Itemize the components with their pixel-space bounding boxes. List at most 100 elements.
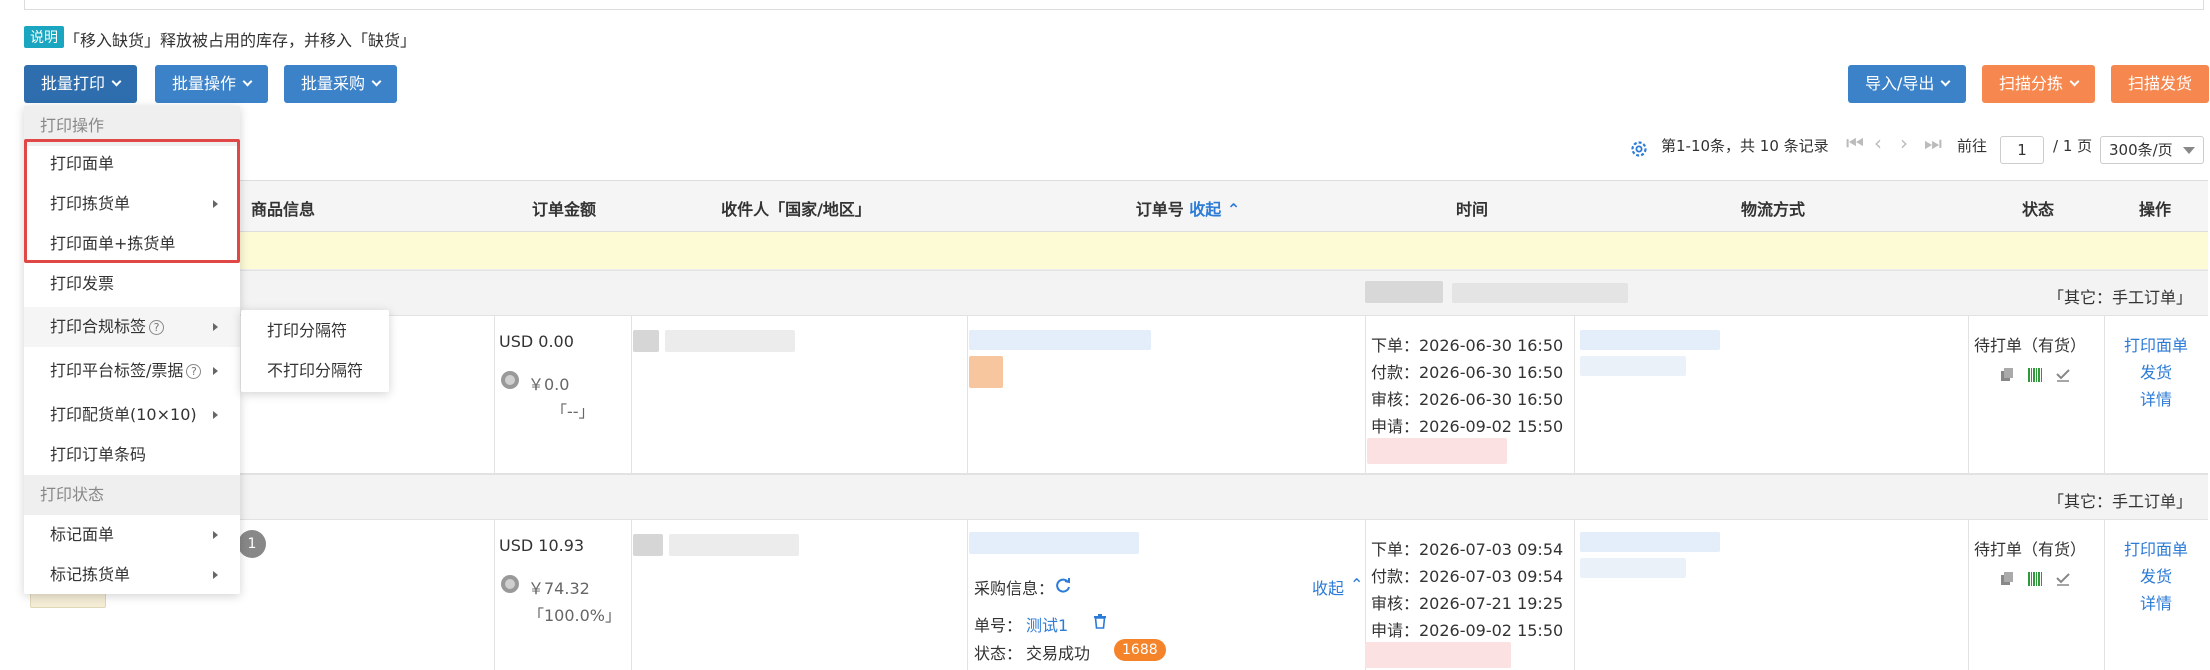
last-page-icon[interactable]: ⏭ [1924, 131, 1942, 155]
batch-ops-button[interactable]: 批量操作 [155, 65, 269, 103]
amount-cny: ￥0.0 [528, 375, 570, 394]
page-input[interactable]: 1 [2000, 136, 2044, 164]
order-no-link[interactable]: 测试1 [1026, 612, 1068, 636]
amount-cny: ￥74.32 [528, 579, 590, 598]
scan-ship-button[interactable]: 扫描发货 [2111, 65, 2210, 103]
check-icon[interactable] [2056, 368, 2070, 382]
table-header: 商品信息 订单金额 收件人「国家/地区」 订单号 收起 ⌃ 时间 物流方式 状态… [24, 180, 2208, 232]
th-product: 商品信息 [250, 200, 316, 219]
submenu-no-separator[interactable]: 不打印分隔符 [241, 351, 389, 391]
group-header: 「其它：手工订单」 [24, 474, 2208, 520]
import-export-label: 导入/导出 [1865, 74, 1935, 93]
blurred-recipient [665, 330, 795, 352]
menu-item-print-platform[interactable]: 打印平台标签/票据? [24, 351, 240, 391]
check-icon[interactable] [2056, 572, 2070, 586]
group-label: 「其它：手工订单」 [2047, 288, 2192, 307]
prev-page-icon[interactable]: ‹ [1874, 131, 1882, 155]
per-page-select[interactable]: 300条/页 [2100, 136, 2204, 164]
per-page-value: 300条/页 [2109, 141, 2173, 159]
order-collapse-link[interactable]: 收起 [1189, 200, 1221, 219]
th-status: 状态 [2021, 200, 2055, 219]
blurred-logistics [1580, 356, 1686, 376]
blurred-logistics [1580, 558, 1686, 578]
menu-item-mark-picklist[interactable]: 标记拣货单 [24, 555, 240, 595]
chevron-down-icon [2069, 76, 2080, 87]
blurred-logistics [1580, 532, 1720, 552]
th-logistics: 物流方式 [1740, 200, 1806, 219]
chevron-right-icon [213, 367, 218, 375]
detail-link[interactable]: 详情 [2140, 590, 2172, 614]
copy-icon[interactable] [2000, 368, 2014, 382]
ship-link[interactable]: 发货 [2140, 359, 2172, 383]
blurred-recipient [633, 534, 663, 556]
refresh-icon[interactable] [1054, 576, 1072, 594]
menu-item-label: 打印配货单(10×10) [50, 405, 197, 424]
time-paid: 付款：2026-06-30 16:50 [1371, 363, 1564, 382]
menu-item-print-invoice[interactable]: 打印发票 [24, 264, 240, 304]
menu-item-label: 打印平台标签/票据 [50, 361, 184, 380]
menu-item-mark-label[interactable]: 标记面单 [24, 515, 240, 555]
blurred-order-no [969, 330, 1151, 350]
chevron-down-icon [371, 76, 382, 87]
coin-icon [501, 575, 519, 593]
batch-print-button[interactable]: 批量打印 [24, 65, 138, 103]
blurred-tag [969, 356, 1003, 388]
barcode-icon[interactable] [2028, 368, 2042, 382]
th-actions: 操作 [2138, 200, 2172, 219]
first-page-icon[interactable]: ⏮ [1846, 131, 1864, 155]
import-export-button[interactable]: 导入/导出 [1848, 65, 1967, 103]
print-label-link[interactable]: 打印面单 [2124, 332, 2188, 356]
menu-item-print-barcode[interactable]: 打印订单条码 [24, 435, 240, 475]
blurred-recipient [669, 534, 799, 556]
source-badge: 1688 [1114, 639, 1166, 661]
gear-icon[interactable] [1629, 139, 1649, 159]
amount-ratio: 「100.0%」 [528, 606, 622, 625]
amount-ratio: 「--」 [551, 402, 595, 421]
th-time: 时间 [1455, 200, 1489, 219]
th-amount: 订单金额 [531, 200, 597, 219]
chevron-up-icon: ⌃ [1226, 200, 1241, 219]
purchase-collapse-link[interactable]: 收起 [1312, 575, 1344, 599]
th-recipient: 收件人「国家/地区」 [721, 200, 871, 219]
batch-purchase-button[interactable]: 批量采购 [284, 65, 398, 103]
menu-section-status: 打印状态 [24, 475, 240, 515]
next-page-icon[interactable]: › [1900, 131, 1908, 155]
detail-link[interactable]: 详情 [2140, 386, 2172, 410]
time-reviewed: 审核：2026-06-30 16:50 [1371, 390, 1564, 409]
help-icon: ? [186, 364, 202, 379]
trash-icon[interactable] [1092, 613, 1108, 629]
th-order-no-label: 订单号 [1135, 200, 1184, 219]
top-panel [24, 0, 2204, 10]
print-label-link[interactable]: 打印面单 [2124, 536, 2188, 560]
scan-sort-button[interactable]: 扫描分拣 [1982, 65, 2096, 103]
blurred-info [1365, 642, 1511, 668]
menu-item-print-packing[interactable]: 打印配货单(10×10) [24, 395, 240, 435]
notice-row [24, 232, 2208, 270]
time-paid: 付款：2026-07-03 09:54 [1371, 567, 1564, 586]
time-applied: 申请：2026-09-02 15:50 [1371, 417, 1564, 436]
submenu-print-separator[interactable]: 打印分隔符 [241, 311, 389, 351]
menu-item-print-compliance[interactable]: 打印合规标签? [24, 307, 240, 347]
goto-label: 前往 [1957, 137, 1988, 155]
chevron-right-icon [213, 411, 218, 419]
batch-ops-label: 批量操作 [172, 74, 237, 93]
chevron-down-icon [2183, 147, 2195, 154]
state-value: 交易成功 [1026, 644, 1091, 663]
help-icon: ? [149, 320, 165, 335]
copy-icon[interactable] [2000, 572, 2014, 586]
menu-item-label: 标记面单 [50, 525, 115, 544]
group-label: 「其它：手工订单」 [2047, 492, 2192, 511]
compliance-submenu: 打印分隔符 不打印分隔符 [241, 310, 389, 392]
chevron-down-icon [1940, 76, 1951, 87]
menu-item-label: 打印合规标签 [50, 317, 147, 336]
status-text: 待打单（有货） [1974, 540, 2087, 559]
blurred-info [1367, 438, 1507, 464]
blurred-logistics [1580, 330, 1720, 350]
chevron-up-icon: ⌃ [1350, 575, 1364, 594]
th-order-no: 订单号 收起 ⌃ [1136, 196, 1241, 220]
time-placed: 下单：2026-06-30 16:50 [1371, 336, 1564, 355]
scan-ship-label: 扫描发货 [2128, 74, 2193, 93]
barcode-icon[interactable] [2028, 572, 2042, 586]
scan-sort-label: 扫描分拣 [1999, 74, 2064, 93]
ship-link[interactable]: 发货 [2140, 563, 2172, 587]
